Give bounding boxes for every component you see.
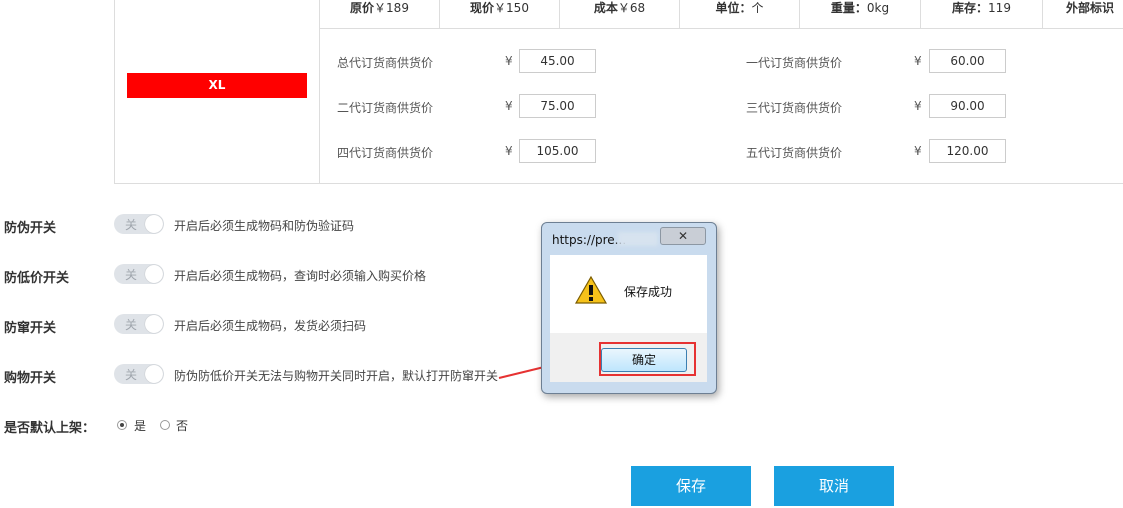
currency-symbol: ¥ <box>505 54 513 68</box>
anti-diversion-toggle[interactable]: 关 <box>114 314 164 334</box>
anti-low-price-desc: 开启后必须生成物码，查询时必须输入购买价格 <box>174 269 427 283</box>
header-cell-cost: 成本￥68 <box>560 0 680 29</box>
toggle-state-text: 关 <box>125 268 138 282</box>
price-input-general[interactable]: 45.00 <box>519 49 596 73</box>
close-button[interactable]: ✕ <box>660 227 706 245</box>
dialog-body: 保存成功 <box>550 255 707 333</box>
default-shelf-label: 是否默认上架： <box>4 421 96 436</box>
price-label-level-4: 四代订货商供货价 <box>337 146 434 160</box>
price-label-level-5: 五代订货商供货价 <box>746 146 843 160</box>
anti-diversion-desc: 开启后必须生成物码，发货必须扫码 <box>174 319 367 333</box>
price-input-level-3[interactable]: 90.00 <box>929 94 1006 118</box>
sku-size-tag[interactable]: XL <box>127 73 307 98</box>
header-cell-current-price: 现价￥150 <box>440 0 560 29</box>
anti-low-price-label: 防低价开关 <box>4 271 70 286</box>
toggle-state-text: 关 <box>125 218 138 232</box>
currency-symbol: ¥ <box>505 99 513 113</box>
redacted-url <box>618 232 658 246</box>
header-cell-stock: 库存：119 <box>921 0 1043 29</box>
anti-low-price-toggle[interactable]: 关 <box>114 264 164 284</box>
header-cell-unit: 单位：个 <box>680 0 800 29</box>
currency-symbol: ¥ <box>914 54 922 68</box>
price-input-level-5[interactable]: 120.00 <box>929 139 1006 163</box>
price-input-level-1[interactable]: 60.00 <box>929 49 1006 73</box>
toggle-state-text: 关 <box>125 318 138 332</box>
currency-symbol: ¥ <box>914 144 922 158</box>
price-label-level-2: 二代订货商供货价 <box>337 101 434 115</box>
shopping-label: 购物开关 <box>4 371 57 386</box>
anti-counterfeit-label: 防伪开关 <box>4 221 57 236</box>
toggle-knob <box>145 365 163 383</box>
price-label-level-1: 一代订货商供货价 <box>746 56 843 70</box>
header-cell-original-price: 原价￥189 <box>320 0 440 29</box>
header-cell-weight: 重量：0kg <box>800 0 921 29</box>
toggle-state-text: 关 <box>125 368 138 382</box>
toggle-knob <box>145 215 163 233</box>
cancel-button[interactable]: 取消 <box>774 466 894 506</box>
shelf-no-label[interactable]: 否 <box>176 417 188 434</box>
price-label-level-3: 三代订货商供货价 <box>746 101 843 115</box>
toggle-knob <box>145 265 163 283</box>
shopping-desc: 防伪防低价开关无法与购物开关同时开启，默认打开防窜开关 <box>174 369 499 383</box>
dialog-message: 保存成功 <box>624 285 673 299</box>
shelf-no-radio[interactable] <box>160 420 170 430</box>
shopping-toggle[interactable]: 关 <box>114 364 164 384</box>
price-label-general: 总代订货商供货价 <box>337 56 434 70</box>
toggle-knob <box>145 315 163 333</box>
price-input-level-2[interactable]: 75.00 <box>519 94 596 118</box>
header-cell-external-id: 外部标识 <box>1066 1 1115 15</box>
price-input-level-4[interactable]: 105.00 <box>519 139 596 163</box>
close-icon: ✕ <box>677 229 689 243</box>
highlight-box <box>599 342 696 376</box>
save-button[interactable]: 保存 <box>631 466 751 506</box>
anti-counterfeit-toggle[interactable]: 关 <box>114 214 164 234</box>
currency-symbol: ¥ <box>914 99 922 113</box>
shelf-yes-radio[interactable] <box>117 420 127 430</box>
sku-header-row: 原价￥189 现价￥150 成本￥68 单位：个 重量：0kg 库存：119 外… <box>320 0 1123 29</box>
dialog-title: https://pre... <box>552 233 627 247</box>
anti-diversion-label: 防窜开关 <box>4 321 57 336</box>
warning-icon <box>574 275 608 304</box>
anti-counterfeit-desc: 开启后必须生成物码和防伪验证码 <box>174 219 355 233</box>
shelf-yes-label[interactable]: 是 <box>134 417 146 434</box>
currency-symbol: ¥ <box>505 144 513 158</box>
